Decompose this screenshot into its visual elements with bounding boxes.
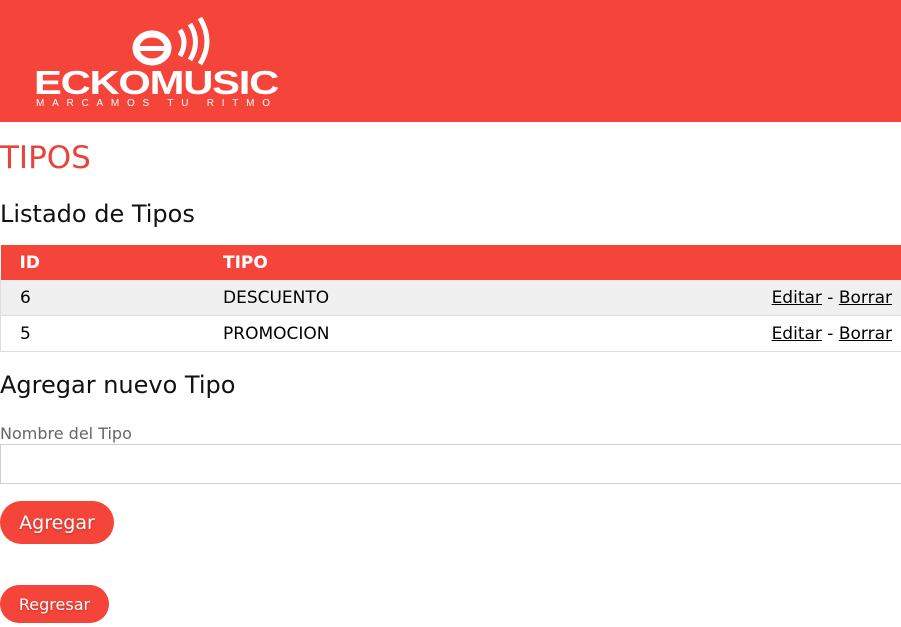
table-row: 6 DESCUENTO Editar - Borrar (0, 280, 901, 316)
types-table: ID TIPO 6 DESCUENTO Editar - Borrar 5 PR… (0, 245, 901, 352)
column-header-tipo: TIPO (223, 245, 530, 280)
table-header-row: ID TIPO (0, 245, 901, 280)
eckomusic-logo[interactable]: ECKOMUSIC MARCAMOS TU RITMO (30, 14, 290, 110)
page-title: TIPOS (0, 140, 91, 176)
add-type-title: Agregar nuevo Tipo (0, 371, 236, 399)
type-name-label: Nombre del Tipo (0, 424, 132, 443)
delete-link[interactable]: Borrar (839, 288, 892, 308)
add-button[interactable]: Agregar (0, 501, 114, 544)
list-title: Listado de Tipos (0, 200, 195, 228)
logo-tagline: MARCAMOS TU RITMO (36, 98, 276, 109)
cell-id: 6 (0, 280, 223, 316)
logo-wordmark: ECKOMUSIC (34, 64, 278, 101)
back-button[interactable]: Regresar (0, 585, 109, 623)
cell-tipo: PROMOCION (223, 315, 530, 352)
edit-link[interactable]: Editar (772, 324, 822, 344)
edit-link[interactable]: Editar (772, 288, 822, 308)
separator: - (827, 323, 834, 344)
cell-actions: Editar - Borrar (529, 315, 901, 352)
table-row: 5 PROMOCION Editar - Borrar (0, 315, 901, 352)
column-header-id: ID (0, 245, 223, 280)
cell-tipo: DESCUENTO (223, 280, 530, 316)
type-name-input[interactable] (0, 444, 901, 484)
header-banner: ECKOMUSIC MARCAMOS TU RITMO (0, 0, 901, 122)
cell-id: 5 (0, 315, 223, 352)
cell-actions: Editar - Borrar (529, 280, 901, 316)
column-header-actions (529, 245, 901, 280)
delete-link[interactable]: Borrar (839, 324, 892, 344)
separator: - (827, 287, 834, 308)
